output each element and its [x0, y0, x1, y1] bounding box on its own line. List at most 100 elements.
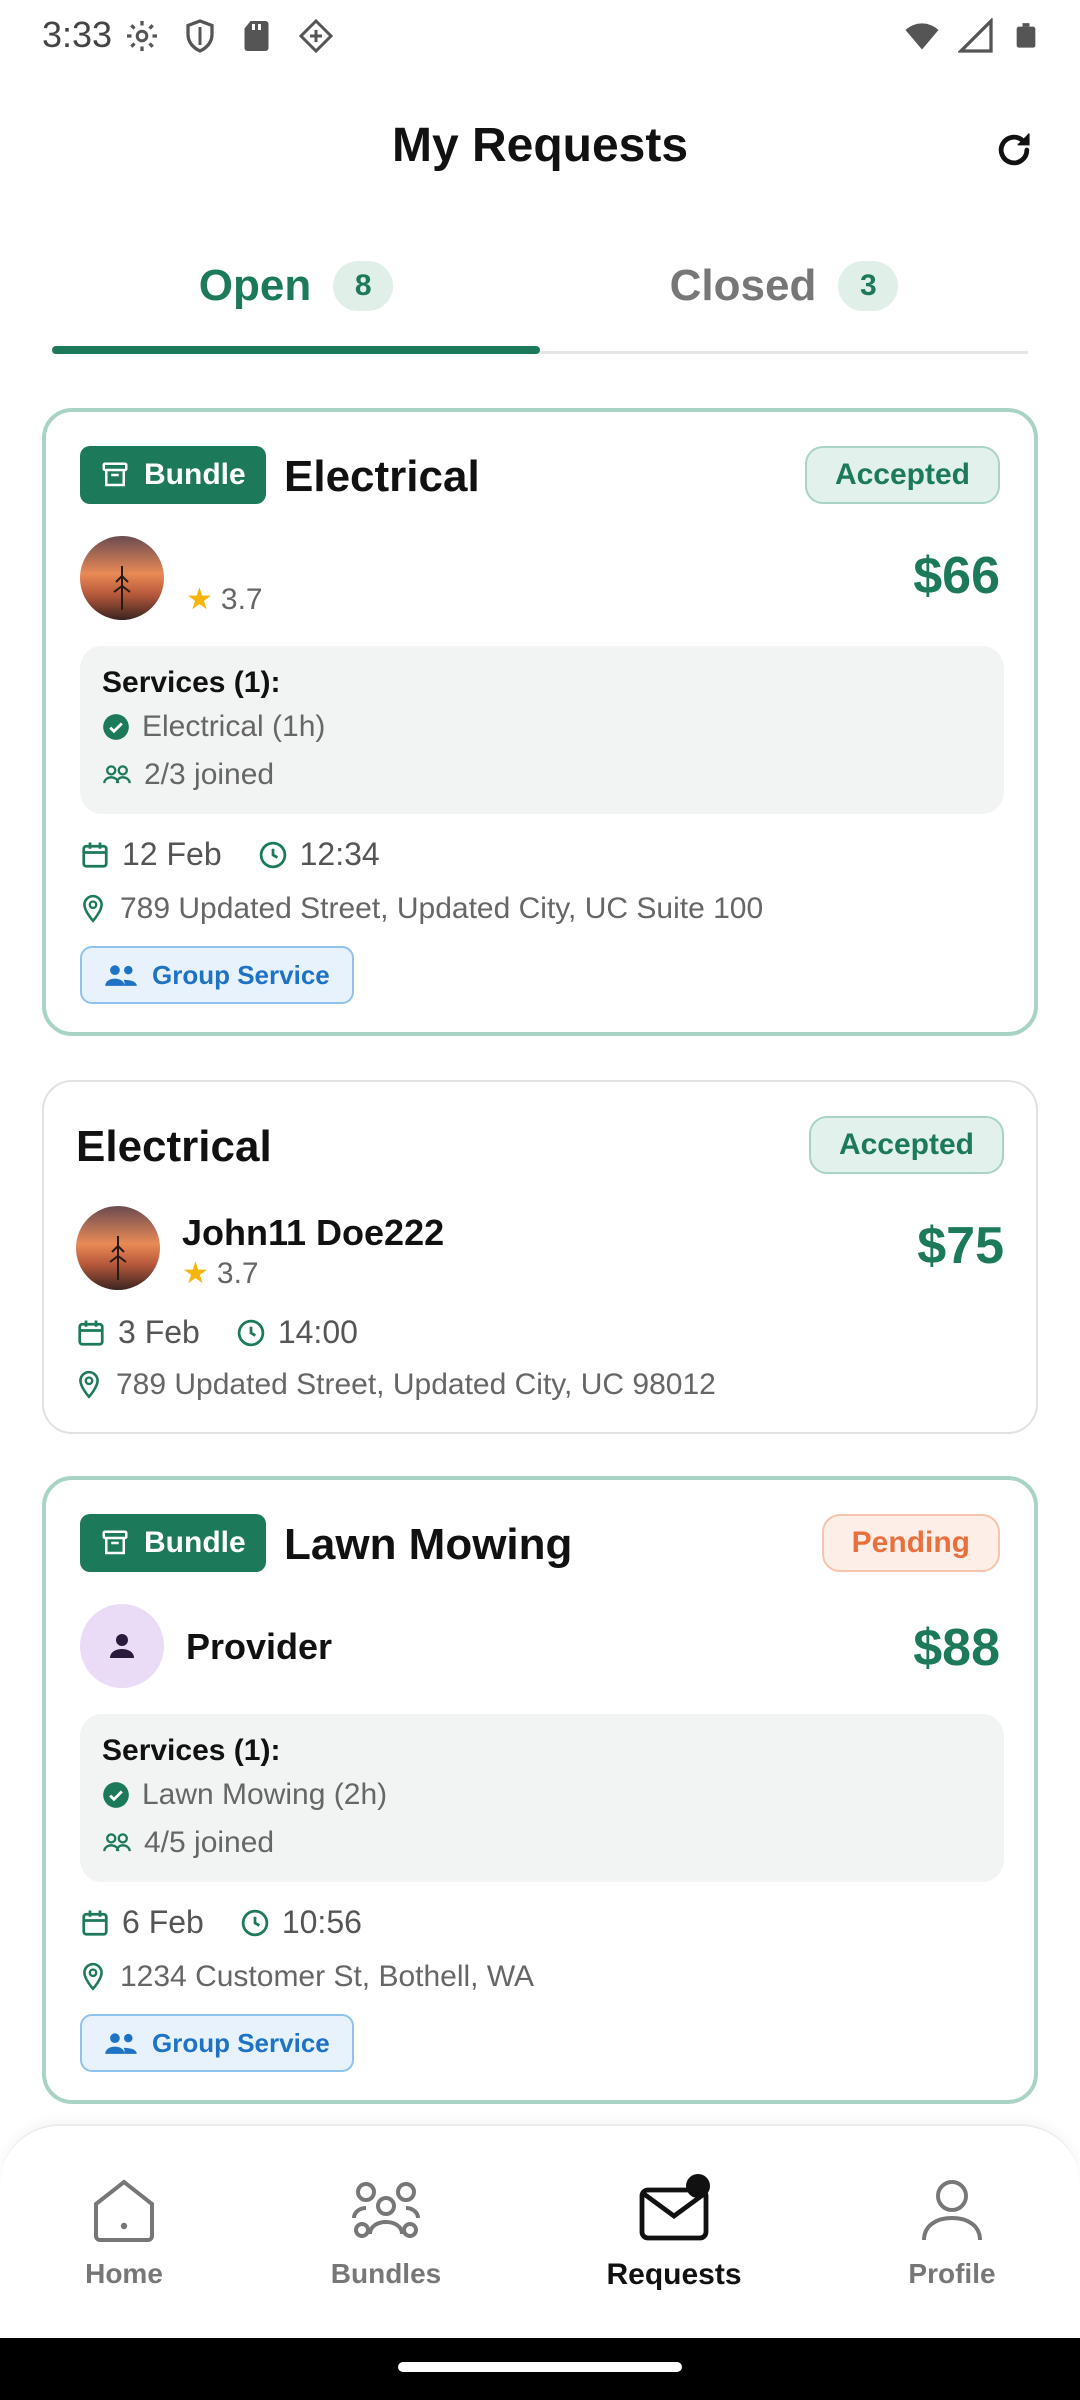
address-value: 789 Updated Street, Updated City, UC Sui…: [120, 892, 764, 925]
tab-closed-label: Closed: [669, 261, 817, 310]
group-icon: [105, 965, 137, 986]
refresh-icon: [998, 133, 1030, 166]
nav-bundles-label: Bundles: [330, 2258, 442, 2289]
request-title: Electrical: [284, 452, 480, 501]
status-tabs: Open 8 Closed 3: [52, 240, 1028, 354]
active-tab-indicator: [52, 346, 540, 354]
address-row: 1234 Customer St, Bothell, WA: [80, 1960, 534, 1994]
star-icon: ★: [182, 1257, 209, 1290]
price: $66: [913, 547, 1000, 605]
star-icon: ★: [186, 583, 213, 616]
tab-closed[interactable]: Closed 3: [540, 240, 1028, 332]
status-time: 3:33: [42, 14, 113, 55]
nav-home[interactable]: Home: [24, 2178, 224, 2290]
address-row: 789 Updated Street, Updated City, UC 980…: [76, 1368, 716, 1402]
provider-name: Provider: [186, 1626, 333, 1667]
date-value: 3 Feb: [118, 1314, 200, 1350]
home-gesture-handle[interactable]: [398, 2362, 682, 2372]
status-badge: Accepted: [804, 446, 1000, 504]
clock-icon: [258, 840, 288, 870]
provider-name: John11 Doe222: [182, 1212, 445, 1253]
service-item-label: Lawn Mowing (2h): [142, 1778, 388, 1811]
status-icons-right: [904, 18, 1040, 54]
status-icons-left: [124, 18, 334, 54]
address-value: 1234 Customer St, Bothell, WA: [120, 1960, 535, 1993]
date-time-row: 3 Feb 14:00: [76, 1314, 358, 1351]
nav-profile[interactable]: Profile: [852, 2178, 1052, 2290]
provider-rating: ★ 3.7: [186, 582, 263, 617]
system-gesture-bar: [0, 2338, 1080, 2400]
bottom-nav: Home Bundles Requests Profile: [0, 2124, 1080, 2338]
address-value: 789 Updated Street, Updated City, UC 980…: [116, 1368, 716, 1401]
joined-count: 2/3 joined: [102, 758, 274, 792]
joined-label: 4/5 joined: [144, 1826, 275, 1859]
bundle-label: Bundle: [144, 1526, 246, 1559]
check-circle-icon: [103, 714, 129, 740]
group-service-label: Group Service: [152, 959, 330, 990]
services-title: Services (1):: [102, 666, 281, 699]
nav-requests[interactable]: Requests: [574, 2178, 774, 2292]
status-badge: Pending: [821, 1514, 1000, 1572]
profile-icon: [922, 2180, 982, 2241]
tab-open[interactable]: Open 8: [52, 240, 540, 332]
rating-value: 3.7: [216, 1256, 259, 1290]
clock-icon: [240, 1908, 270, 1938]
calendar-icon: [76, 1318, 106, 1348]
address-row: 789 Updated Street, Updated City, UC Sui…: [80, 892, 763, 926]
service-item: Electrical (1h): [102, 710, 325, 744]
request-card[interactable]: Bundle Lawn Mowing Pending Provider $88 …: [42, 1476, 1038, 2104]
services-box: Services (1): Electrical (1h) 2/3 joined: [80, 646, 1004, 814]
wifi-icon: [905, 23, 939, 50]
cell-signal-icon: [958, 18, 993, 53]
people-icon: [103, 765, 131, 784]
bundle-label: Bundle: [144, 458, 246, 491]
time-value: 12:34: [299, 836, 380, 872]
page-title: My Requests: [391, 119, 689, 172]
sunset-avatar-image: [76, 1206, 160, 1290]
request-title: Electrical: [76, 1122, 272, 1171]
date-value: 12 Feb: [122, 836, 222, 872]
provider-rating: ★ 3.7: [182, 1256, 259, 1291]
vpn-diamond-icon: [298, 18, 334, 54]
services-box: Services (1): Lawn Mowing (2h) 4/5 joine…: [80, 1714, 1004, 1882]
joined-count: 4/5 joined: [102, 1826, 274, 1860]
price: $88: [913, 1619, 1000, 1677]
archive-icon: [102, 462, 128, 487]
date-time-row: 6 Feb 10:56: [80, 1904, 362, 1941]
service-item-label: Electrical (1h): [142, 710, 326, 743]
nav-profile-label: Profile: [908, 2258, 996, 2289]
service-item: Lawn Mowing (2h): [102, 1778, 387, 1812]
nav-bundles[interactable]: Bundles: [286, 2178, 486, 2290]
archive-icon: [102, 1530, 128, 1555]
price: $75: [917, 1217, 1004, 1275]
request-card[interactable]: Electrical Accepted John11 Doe222 ★ 3.7 …: [42, 1080, 1038, 1434]
rating-value: 3.7: [220, 582, 263, 616]
tab-open-label: Open: [198, 261, 312, 310]
calendar-icon: [80, 840, 110, 870]
location-pin-icon: [79, 1370, 99, 1399]
notification-dot: [686, 2174, 710, 2198]
joined-label: 2/3 joined: [144, 758, 275, 791]
tab-open-count: 8: [333, 261, 394, 311]
person-icon: [110, 1634, 134, 1658]
avatar: [80, 1604, 164, 1688]
bundle-badge: Bundle: [80, 446, 266, 504]
check-circle-icon: [103, 1782, 129, 1808]
group-service-chip: Group Service: [80, 946, 354, 1004]
tab-closed-count: 3: [838, 261, 899, 311]
time-value: 10:56: [281, 1904, 362, 1940]
battery-icon: [1016, 23, 1036, 48]
sd-card-icon: [244, 21, 269, 51]
date-value: 6 Feb: [122, 1904, 204, 1940]
settings-icon: [127, 21, 157, 51]
location-pin-icon: [83, 1962, 103, 1991]
group-service-chip: Group Service: [80, 2014, 354, 2072]
request-title: Lawn Mowing: [284, 1520, 573, 1569]
request-card[interactable]: Bundle Electrical Accepted ★ 3.7 $66 Ser…: [42, 408, 1038, 1036]
nav-requests-label: Requests: [606, 2258, 742, 2291]
avatar: [76, 1206, 160, 1290]
refresh-button[interactable]: [986, 122, 1042, 178]
status-bar: 3:33: [0, 0, 1080, 76]
clock-icon: [236, 1318, 266, 1348]
date-time-row: 12 Feb 12:34: [80, 836, 380, 873]
